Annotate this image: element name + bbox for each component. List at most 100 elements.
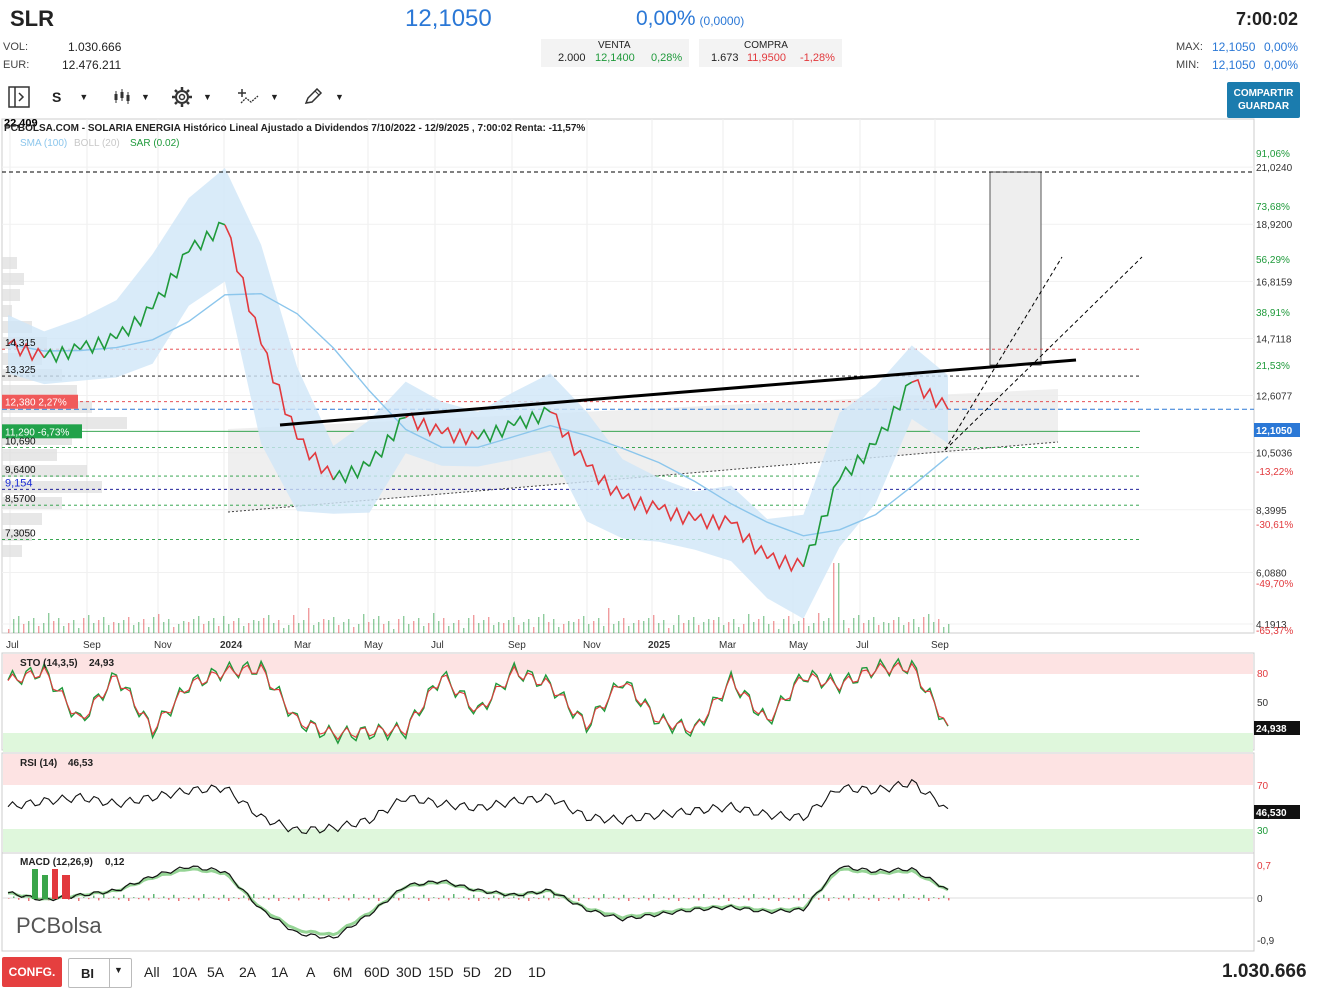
bi-selector[interactable]: BI ▼ — [68, 958, 132, 988]
timeframe-2d[interactable]: 2D — [494, 964, 512, 980]
buy-pct: -1,28% — [800, 52, 835, 64]
sell-price: 12,1400 — [595, 52, 635, 64]
timeframe-15d[interactable]: 15D — [428, 964, 454, 980]
x-tick-label: 2025 — [648, 640, 671, 651]
indicator-sma-label[interactable]: SMA (100) — [20, 138, 67, 149]
draw-selector[interactable]: ▼ — [303, 86, 344, 108]
chart-type-selector[interactable]: ▼ — [112, 86, 150, 108]
logo-text: PCBolsa — [16, 913, 102, 938]
chevron-down-icon: ▼ — [114, 965, 123, 975]
timeframe-30d[interactable]: 30D — [396, 964, 422, 980]
y-pct-label: -30,61% — [1256, 520, 1293, 531]
max-pct: 0,00% — [1264, 40, 1299, 54]
target-box — [989, 171, 1042, 366]
y-pct-label: 91,06% — [1256, 149, 1290, 160]
min-pct: 0,00% — [1264, 58, 1299, 72]
timeframe-60d[interactable]: 60D — [364, 964, 390, 980]
candles-icon — [114, 89, 130, 104]
timeframe-5d[interactable]: 5D — [463, 964, 481, 980]
chevron-down-icon: ▼ — [141, 92, 150, 102]
x-tick-label: Jul — [856, 640, 869, 651]
x-tick-label: Mar — [294, 640, 312, 651]
config-button[interactable]: CONFG. — [2, 957, 62, 987]
x-tick-label: Sep — [83, 640, 101, 651]
period-label: S — [52, 89, 62, 105]
rsi-panel: RSI (14) 46,53 70 30 46,530 — [1, 752, 1300, 854]
bi-label: BI — [81, 965, 94, 981]
chart-canvas[interactable]: 23,128121,024018,920016,815914,711812,60… — [0, 117, 1317, 955]
macd-tick-bottom: -0,9 — [1257, 936, 1275, 947]
timeframe-1a[interactable]: 1A — [271, 964, 288, 980]
chevron-down-icon: ▼ — [270, 92, 279, 102]
quote-time: 7:00:02 — [1236, 9, 1299, 29]
x-tick-label: Nov — [154, 640, 172, 651]
x-tick-label: May — [789, 640, 808, 651]
y-tick-label: 10,5036 — [1256, 449, 1293, 460]
y-tick-label: 12,6077 — [1256, 392, 1293, 403]
timeframe-2a[interactable]: 2A — [239, 964, 256, 980]
y-pct-label: -65,37% — [1256, 626, 1293, 637]
macd-panel: MACD (12,26,9) 0,12 0,7 0 -0,9 PCBolsa — [1, 852, 1275, 952]
x-tick-label: 2024 — [220, 640, 243, 651]
pencil-icon — [304, 88, 323, 104]
min-value: 12,1050 — [1212, 58, 1256, 72]
y-tick-label: 14,7118 — [1256, 334, 1292, 345]
chart-title: PCBOLSA.COM - SOLARIA ENERGIA Histórico … — [4, 123, 585, 134]
buy-label: COMPRA — [744, 40, 788, 51]
macd-value: 0,12 — [105, 857, 125, 868]
buy-box: COMPRA 1.673 11,9500 -1,28% — [699, 39, 842, 67]
timeframe-a[interactable]: A — [306, 964, 315, 980]
y-pct-label: 38,91% — [1256, 308, 1290, 319]
chevron-down-icon: ▼ — [203, 92, 212, 102]
chevron-down-icon: ▼ — [335, 92, 344, 102]
sto-value: 24,93 — [89, 658, 114, 669]
sell-box: VENTA 2.000 12,1400 0,28% — [541, 39, 689, 67]
y-tick-label: 6,0880 — [1256, 569, 1287, 580]
x-tick-label: Nov — [583, 640, 601, 651]
sto-panel: STO (14,3,5) 24,93 80 50 24,938 — [1, 652, 1300, 752]
settings-selector[interactable]: ▼ — [171, 86, 212, 108]
timeframe-all[interactable]: All — [144, 964, 160, 980]
save-label: GUARDAR — [1237, 101, 1290, 112]
level-label: 9,6400 — [5, 465, 36, 476]
indicator-boll-label[interactable]: BOLL (20) — [74, 138, 120, 149]
indicators-selector[interactable]: ▼ — [238, 86, 279, 108]
timeframe-5a[interactable]: 5A — [207, 964, 224, 980]
timeframe-1d[interactable]: 1D — [528, 964, 546, 980]
y-tick-label: 8,3995 — [1256, 506, 1287, 517]
period-selector[interactable]: S ▼ — [52, 86, 88, 108]
rsi-tick-70: 70 — [1257, 781, 1269, 792]
last-price: 12,1050 — [405, 5, 492, 32]
panel-toggle-button[interactable] — [7, 86, 31, 108]
eur-value: 12.476.211 — [62, 58, 122, 72]
vol-label: VOL: — [3, 41, 29, 53]
vol-value: 1.030.666 — [68, 40, 122, 54]
x-tick-label: Sep — [508, 640, 526, 651]
sell-pct: 0,28% — [651, 52, 683, 64]
rsi-tick-30: 30 — [1257, 826, 1269, 837]
x-tick-label: Mar — [719, 640, 737, 651]
timeframe-6m[interactable]: 6M — [333, 964, 352, 980]
timeframe-10a[interactable]: 10A — [172, 964, 197, 980]
eur-label: EUR: — [3, 59, 30, 71]
x-axis: Jul Sep Nov 2024 Mar May Jul Sep Nov 2025 Mar May Ju… — [6, 640, 949, 651]
indicator-sar-label[interactable]: SAR (0.02) — [130, 138, 179, 149]
y-pct-label: 73,68% — [1256, 202, 1290, 213]
level-label: 12,380 2,27% — [5, 398, 67, 409]
level-label: 13,325 — [5, 365, 36, 376]
x-tick-label: May — [364, 640, 383, 651]
x-tick-label: Jul — [6, 640, 19, 651]
y-tick-label: 18,9200 — [1256, 220, 1293, 231]
y-pct-label: -13,22% — [1256, 467, 1293, 478]
share-label: COMPARTIR — [1233, 88, 1294, 99]
buy-qty: 1.673 — [711, 52, 739, 64]
y-pct-label: -49,70% — [1256, 579, 1293, 590]
rsi-last-text: 46,530 — [1256, 808, 1287, 819]
panel-toggle-icon — [8, 86, 30, 108]
level-label: 9,154 — [5, 477, 33, 489]
y-tick-label: 16,8159 — [1256, 277, 1293, 288]
share-save-button[interactable]: COMPARTIR GUARDAR — [1227, 82, 1300, 118]
level-label: 10,690 — [5, 437, 36, 448]
sell-label: VENTA — [598, 40, 631, 51]
sto-tick-50: 50 — [1257, 698, 1269, 709]
